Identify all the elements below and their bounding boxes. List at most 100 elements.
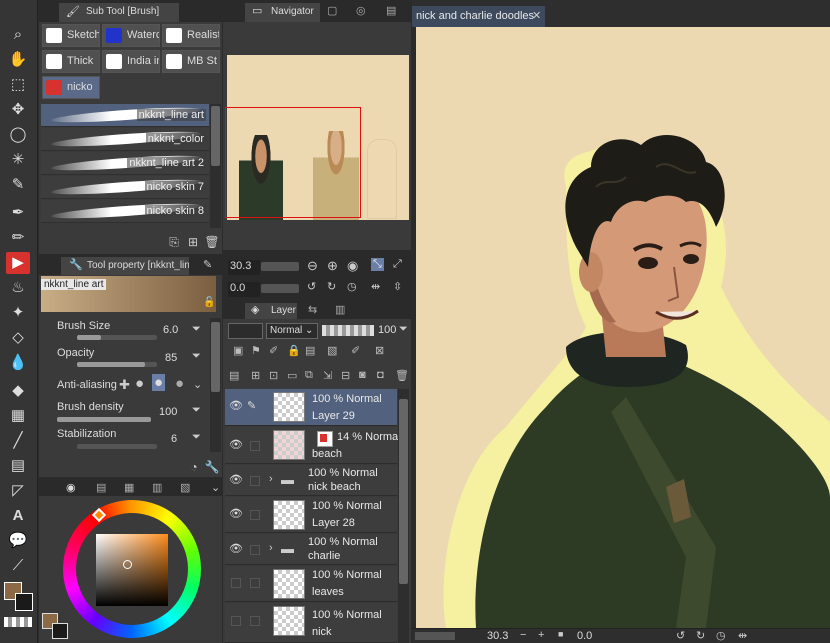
- flip-horizontal-icon[interactable]: ⇹: [371, 280, 380, 293]
- canvas-area[interactable]: [416, 27, 830, 628]
- visibility-eye-icon[interactable]: 👁: [229, 473, 243, 486]
- anti-aliasing-dropdown-icon[interactable]: ⌄: [193, 378, 202, 391]
- add-subtool-icon[interactable]: ⊞: [185, 234, 201, 250]
- status-rotate-right-icon[interactable]: ↻: [696, 629, 705, 642]
- pen-tool-icon[interactable]: ✒: [6, 202, 30, 224]
- new-raster-layer-icon[interactable]: ⊞: [251, 369, 260, 382]
- zoom-tool-icon[interactable]: ⌕: [6, 24, 30, 46]
- lock-layer-icon[interactable]: 🔒: [287, 344, 301, 357]
- text-tool-icon[interactable]: A: [6, 505, 30, 527]
- stabilization-dropdown-icon[interactable]: ⏷: [192, 431, 201, 444]
- fit-window-icon[interactable]: ⤡: [371, 258, 384, 271]
- lock-transparent-icon[interactable]: ▤: [305, 344, 315, 357]
- navigator-zoom-input[interactable]: 30.3: [228, 260, 260, 275]
- subtool-group-thick[interactable]: Thick: [42, 50, 100, 73]
- transparent-color-swatch[interactable]: [4, 617, 32, 627]
- sub-color-mini[interactable]: [52, 623, 68, 639]
- close-tab-icon[interactable]: ✕: [532, 9, 541, 22]
- lasso-tool-icon[interactable]: ◯: [6, 124, 30, 146]
- zoom-in-icon[interactable]: ⊕: [327, 258, 338, 274]
- status-zoom-value[interactable]: 30.3: [487, 630, 508, 642]
- copy-subtool-icon[interactable]: ⎘: [166, 234, 182, 250]
- subtool-group-mb[interactable]: MB St: [162, 50, 220, 73]
- layer-menu-icon[interactable]: ▤: [229, 369, 239, 382]
- visibility-eye-icon[interactable]: 👁: [229, 399, 243, 412]
- stabilization-value[interactable]: 6: [171, 433, 177, 445]
- clip-layer-icon[interactable]: ▣: [233, 344, 243, 357]
- aa-weak-icon[interactable]: ●: [135, 375, 144, 392]
- frame-tool-icon[interactable]: ▤: [6, 455, 30, 477]
- stabilization-slider[interactable]: [77, 444, 157, 449]
- aa-medium-icon[interactable]: ●: [152, 374, 166, 391]
- flip-vertical-icon[interactable]: ⇳: [393, 280, 402, 293]
- intermediate-color-tab-icon[interactable]: ▦: [124, 481, 134, 494]
- layer-lock-box[interactable]: [250, 441, 260, 451]
- reference-layer-icon[interactable]: ⚑: [251, 344, 261, 357]
- decoration-tool-icon[interactable]: ✦: [6, 302, 30, 324]
- brush-item[interactable]: nkknt_line art 2: [41, 152, 209, 175]
- color-panel-menu-icon[interactable]: ⌄: [211, 481, 220, 494]
- new-correction-layer-icon[interactable]: ⧉: [305, 369, 313, 382]
- sub-color-swatch[interactable]: [15, 593, 33, 611]
- layer-list-scrollbar[interactable]: [398, 389, 409, 643]
- blend-mode-select[interactable]: Normal ⌄: [266, 323, 318, 339]
- navigator-rotation-input[interactable]: 0.0: [228, 282, 260, 297]
- gradient-tool-icon[interactable]: ▦: [6, 405, 30, 427]
- layer-opacity-slider[interactable]: [322, 325, 374, 336]
- zoom-out-icon[interactable]: ⊖: [307, 258, 318, 274]
- brush-density-slider[interactable]: [57, 417, 151, 422]
- brush-density-dropdown-icon[interactable]: ⏷: [192, 404, 201, 417]
- item-bank-tab-icon[interactable]: ◎: [356, 4, 366, 17]
- status-zoom-slider[interactable]: [415, 632, 455, 640]
- airbrush-tool-icon[interactable]: ♨: [6, 277, 30, 299]
- create-mask-icon[interactable]: ◙: [359, 369, 366, 381]
- brush-size-dropdown-icon[interactable]: ⏷: [192, 323, 201, 336]
- figure-tool-icon[interactable]: ╱: [6, 430, 30, 452]
- subtool-group-nicko[interactable]: nicko: [42, 76, 100, 99]
- rotate-left-icon[interactable]: ↺: [307, 280, 316, 293]
- hand-tool-icon[interactable]: ✋: [6, 49, 30, 71]
- correct-line-tool-icon[interactable]: ⟋: [6, 555, 30, 577]
- visibility-eye-icon[interactable]: 👁: [229, 507, 243, 520]
- balloon-tool-icon[interactable]: 💬: [6, 530, 30, 552]
- subtool-group-sketch[interactable]: Sketch: [42, 24, 100, 47]
- color-set-tab-icon[interactable]: ▤: [96, 481, 106, 494]
- expression-color-select[interactable]: [228, 323, 263, 339]
- status-reset-rotation-icon[interactable]: ◷: [716, 629, 726, 642]
- status-fit-icon[interactable]: ■: [558, 629, 563, 639]
- subtool-group-watercolor[interactable]: Waterc: [102, 24, 160, 47]
- pencil-tool-icon[interactable]: ✏: [6, 227, 30, 249]
- folder-expand-icon[interactable]: ›: [269, 473, 273, 485]
- tool-property-scrollbar[interactable]: [210, 318, 221, 452]
- layer-opacity-dropdown-icon[interactable]: ⏷: [399, 323, 408, 336]
- aa-none-icon[interactable]: ✚: [119, 377, 130, 393]
- layer-search-tab-icon[interactable]: ▥: [335, 303, 345, 316]
- saturation-value-box[interactable]: [96, 534, 168, 606]
- navigator-rotation-slider[interactable]: [261, 284, 299, 293]
- eraser-tool-icon[interactable]: ◇: [6, 327, 30, 349]
- status-rotation-value[interactable]: 0.0: [577, 630, 592, 642]
- apply-mask-icon[interactable]: ◘: [377, 369, 384, 381]
- brush-item[interactable]: nicko skin 7: [41, 176, 209, 199]
- delete-subtool-icon[interactable]: 🗑: [204, 234, 220, 250]
- brush-item[interactable]: nkknt_line art: [41, 104, 209, 127]
- transfer-down-icon[interactable]: ⇲: [323, 369, 332, 382]
- color-wheel-tab-icon[interactable]: ◉: [66, 481, 76, 494]
- merge-down-icon[interactable]: ⊟: [341, 369, 350, 382]
- reset-icon[interactable]: ◔: [186, 459, 202, 475]
- move-tool-icon[interactable]: ✥: [6, 99, 30, 121]
- layer-lock-box[interactable]: [250, 476, 260, 486]
- brush-tool-icon[interactable]: ▶: [6, 252, 30, 274]
- aa-strong-icon[interactable]: ●: [175, 375, 184, 392]
- subtool-group-realistic[interactable]: Realist: [162, 24, 220, 47]
- settings-wrench-icon[interactable]: 🔧: [204, 459, 220, 475]
- subview-tab-icon[interactable]: ▢: [327, 4, 337, 17]
- object-tool-icon[interactable]: ⬚: [6, 74, 30, 96]
- status-rotate-left-icon[interactable]: ↺: [676, 629, 685, 642]
- eyedropper-tool-icon[interactable]: ✎: [6, 174, 30, 196]
- blend-tool-icon[interactable]: 💧: [6, 352, 30, 374]
- navigator-extra-tab-icon[interactable]: ▤: [386, 4, 396, 17]
- new-vector-layer-icon[interactable]: ⊡: [269, 369, 278, 382]
- layer-lock-box[interactable]: [250, 510, 260, 520]
- opacity-dropdown-icon[interactable]: ⏷: [192, 350, 201, 363]
